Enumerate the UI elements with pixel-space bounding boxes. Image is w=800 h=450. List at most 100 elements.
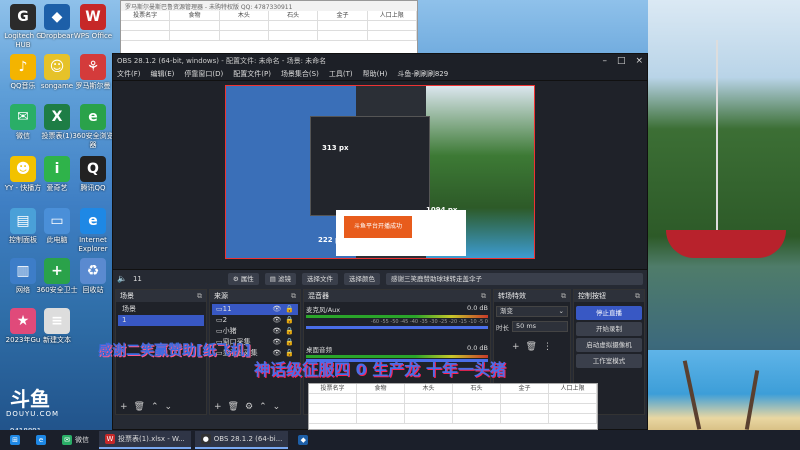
excel-header-cell[interactable]: 投票名字 [309,384,357,393]
popout-icon[interactable]: ⧉ [561,290,566,302]
taskbar-item[interactable]: e [30,431,52,449]
eye-icon[interactable]: 👁 [272,315,281,326]
source-type-icon: ▭ [216,327,223,335]
sources-title: 来源 [214,292,228,300]
move-up-icon[interactable]: ⌃ [259,402,267,412]
menu-item[interactable]: 文件(F) [117,69,141,79]
excel-header-cell[interactable]: 金子 [501,384,549,393]
select-color-button[interactable]: 选择颜色 [344,272,381,285]
move-down-icon[interactable]: ⌄ [165,402,173,412]
excel-header-cell[interactable]: 石头 [453,384,501,393]
taskbar-app-icon: ✉ [62,435,72,445]
desktop-icon[interactable]: ⚘ 罗马斯尔曼 [70,54,116,91]
taskbar-item[interactable]: ✉ 微信 [56,431,95,449]
excel-header-cell[interactable]: 石头 [269,11,319,20]
excel-empty-row [121,21,417,31]
scene-item[interactable]: 1 [118,315,204,326]
taskbar-label: 微信 [75,436,89,444]
transition-type-select[interactable]: 渐变 ⌄ [496,306,568,317]
excel-window-bottom[interactable]: 投票名字 食物 木头 石头 金子 人口上限 [308,383,598,430]
maximize-icon[interactable]: □ [617,56,626,66]
menu-item[interactable]: 场景集合(S) [281,69,319,79]
excel-header-cell[interactable]: 木头 [405,384,453,393]
move-down-icon[interactable]: ⌄ [273,402,281,412]
popout-icon[interactable]: ⧉ [635,290,640,302]
lock-icon[interactable]: 🔒 [285,304,294,315]
desktop-icon[interactable]: Q 腾讯QQ [70,156,116,193]
lock-icon[interactable]: 🔒 [285,337,294,348]
lock-icon[interactable]: 🔒 [285,315,294,326]
trash-icon[interactable]: 🗑 [526,342,537,352]
menu-item[interactable]: 工具(T) [329,69,353,79]
excel-header-cell[interactable]: 投票名字 [121,11,171,20]
source-item[interactable]: ▭ 小猪 👁 🔒 [212,326,298,337]
trash-icon[interactable]: 🗑 [228,402,239,412]
properties-button[interactable]: ⚙ 属性 [227,272,259,285]
add-icon[interactable]: + [214,402,222,412]
excel-window-top[interactable]: 罗马斯尔曼斯巴鲁资源管理器 - 未购特权版 QQ: 4787330911 投票名… [120,0,418,54]
add-icon[interactable]: + [512,342,520,352]
trash-icon[interactable]: 🗑 [134,402,145,412]
excel-empty-row [309,394,597,404]
desktop-icon[interactable]: e 360安全浏览器 [70,104,116,150]
virtual-camera-button[interactable]: 启动虚拟摄像机 [576,338,642,352]
desktop-icon[interactable]: ♻ 回收站 [70,258,116,295]
popout-icon[interactable]: ⧉ [291,290,296,302]
add-icon[interactable]: + [120,402,128,412]
taskbar: ⊞ e ✉ 微信 W 投票表(1).xlsx - W... ● OBS 28.1.2 (64-… [0,430,800,450]
app-icon: ▭ [44,208,70,234]
eye-icon[interactable]: 👁 [272,337,281,348]
popout-icon[interactable]: ⧉ [197,290,202,302]
app-icon: e [80,208,106,234]
desktop-icon[interactable]: ≡ 新建文本 [34,308,80,345]
menu-item[interactable]: 停靠窗口(D) [184,69,223,79]
app-icon: i [44,156,70,182]
eye-icon[interactable]: 👁 [272,304,281,315]
preview-area[interactable]: 斗鱼平台开播成功 313 px 1094 px 222 px 🔈 11 ⚙ 属性… [113,81,647,287]
excel-header-cell[interactable]: 金子 [318,11,368,20]
taskbar-item[interactable]: ● OBS 28.1.2 (64-bi... [194,431,289,449]
lock-icon[interactable]: 🔒 [285,326,294,337]
preview-canvas[interactable]: 斗鱼平台开播成功 313 px 1094 px 222 px [225,85,535,259]
move-up-icon[interactable]: ⌃ [151,402,159,412]
eye-icon[interactable]: 👁 [272,326,281,337]
start-recording-button[interactable]: 开始录制 [576,322,642,336]
mic-volume-slider[interactable] [306,326,488,329]
source-item[interactable]: ▭ 11 👁 🔒 [212,304,298,315]
desktop-audio-label: 桌面音频 [306,346,332,354]
duration-input[interactable]: 50 ms [512,321,568,332]
obs-menubar: 文件(F) 编辑(E) 停靠窗口(D) 配置文件(P) 场景集合(S) 工具(T) 帮助(H… [113,68,647,81]
scene-item[interactable]: 场景 [118,304,204,315]
excel-header-cell[interactable]: 食物 [170,11,220,20]
app-icon: ≡ [44,308,70,334]
menu-item[interactable]: 配置文件(P) [233,69,271,79]
menu-item[interactable]: 编辑(E) [151,69,175,79]
desktop-icon[interactable]: e Internet Explorer [70,208,116,254]
taskbar-item[interactable]: W 投票表(1).xlsx - W... [99,431,191,449]
filters-button[interactable]: ▤ 滤镜 [264,272,297,285]
taskbar-item[interactable]: ⊞ [4,431,26,449]
popout-icon[interactable]: ⧉ [481,290,486,302]
taskbar-item[interactable]: ◆ [292,431,314,449]
app-icon: + [44,258,70,284]
menu-item[interactable]: 斗鱼-刷刷刷829 [397,69,448,79]
taskbar-app-icon: ⊞ [10,435,20,445]
more-icon[interactable]: ⋮ [543,342,552,352]
obs-titlebar[interactable]: OBS 28.1.2 (64-bit, windows) - 配置文件: 未命名… [113,54,647,68]
stop-stream-button[interactable]: 停止直播 [576,306,642,320]
excel-header-row: 投票名字 食物 木头 石头 金子 人口上限 [121,11,417,21]
gear-icon[interactable]: ⚙ [245,402,253,412]
menu-item[interactable]: 帮助(H) [363,69,388,79]
minimize-icon[interactable]: – [602,56,607,66]
excel-header-cell[interactable]: 木头 [220,11,269,20]
source-item[interactable]: ▭ 2 👁 🔒 [212,315,298,326]
studio-mode-button[interactable]: 工作室模式 [576,354,642,368]
excel-header-cell[interactable]: 人口上限 [368,11,417,20]
close-icon[interactable]: × [635,56,643,66]
text-source-field[interactable]: 感谢三笑鹿赞助球球转走盖伞子 [386,272,643,285]
excel-header-cell[interactable]: 人口上限 [549,384,597,393]
desktop-icon[interactable]: W WPS Office [70,4,116,41]
select-file-button[interactable]: 选择文件 [302,272,339,285]
excel-header-cell[interactable]: 食物 [357,384,405,393]
mixer-scale: -60 -55 -50 -45 -40 -35 -30 -25 -20 -15 … [370,319,488,325]
